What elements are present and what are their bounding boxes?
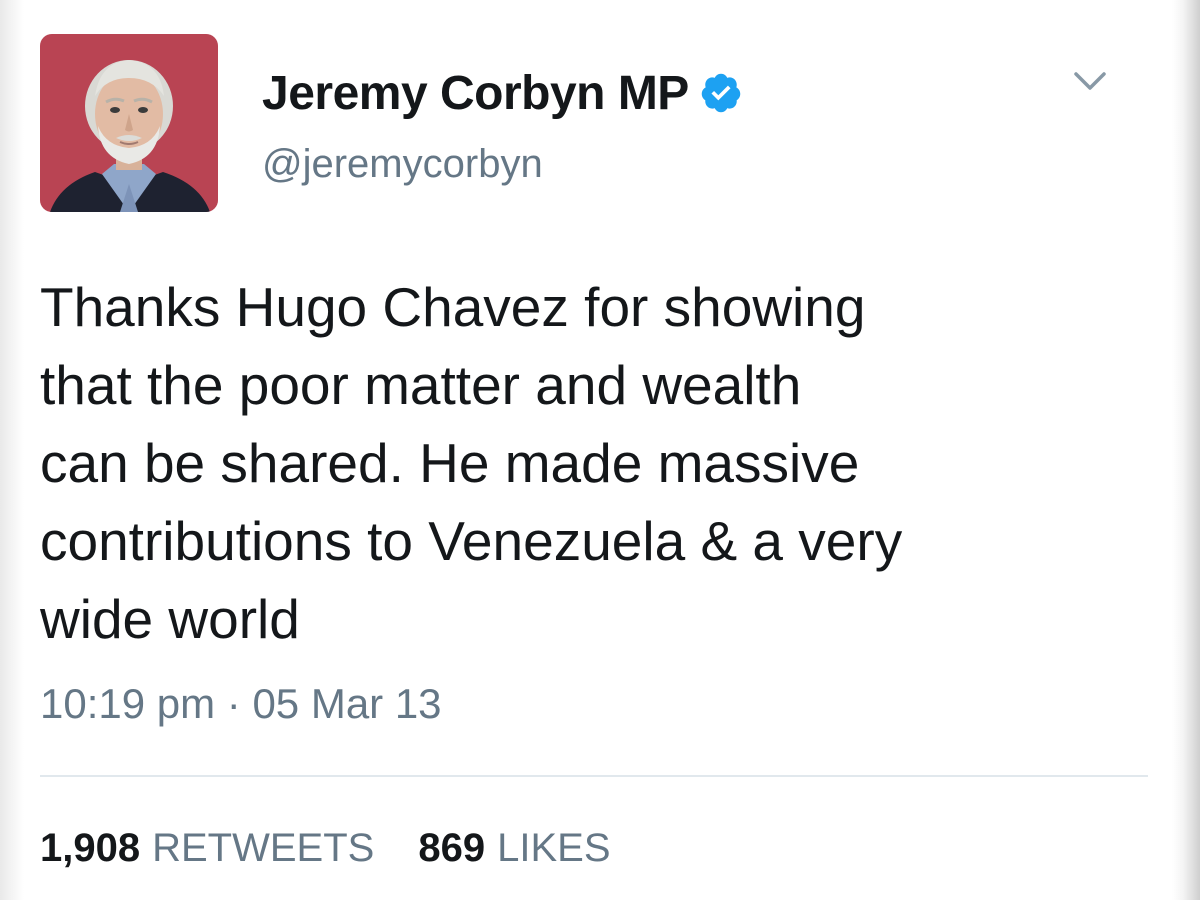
divider [40, 775, 1148, 777]
tweet-text: Thanks Hugo Chavez for showing that the … [40, 276, 903, 650]
author-name-row: Jeremy Corbyn MP [262, 62, 743, 124]
retweets-count: 1,908 [40, 826, 141, 870]
author-avatar[interactable] [40, 34, 218, 212]
chevron-down-icon [1074, 72, 1106, 90]
tweet-screenshot: Jeremy Corbyn MP @jeremycorbyn Thanks Hu… [0, 0, 1200, 900]
screen-edge-right [1172, 0, 1200, 900]
likes-count: 869 [418, 826, 486, 870]
retweets-stat[interactable]: 1,908 RETWEETS [40, 826, 374, 871]
avatar-image [40, 34, 218, 212]
likes-label: LIKES [497, 826, 611, 870]
tweet-timestamp[interactable]: 10:19 pm · 05 Mar 13 [40, 680, 442, 728]
verified-badge-icon [699, 71, 743, 115]
author-handle[interactable]: @jeremycorbyn [262, 142, 543, 187]
screen-edge-left [0, 0, 24, 900]
author-display-name[interactable]: Jeremy Corbyn MP [262, 66, 689, 121]
tweet-menu-button[interactable] [1068, 64, 1112, 100]
likes-stat[interactable]: 869 LIKES [418, 826, 610, 871]
tweet-stats: 1,908 RETWEETS 869 LIKES [40, 826, 611, 871]
retweets-label: RETWEETS [152, 826, 375, 870]
